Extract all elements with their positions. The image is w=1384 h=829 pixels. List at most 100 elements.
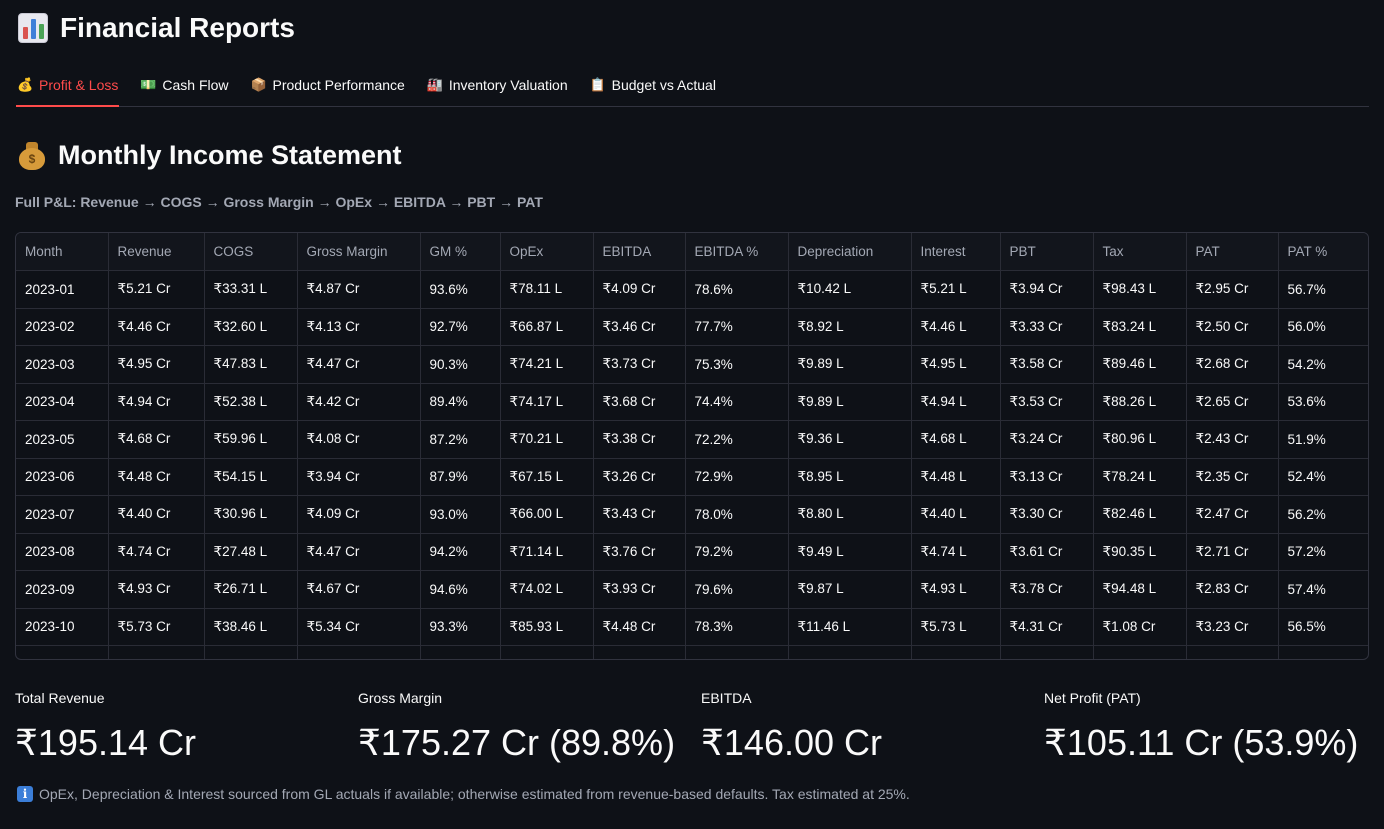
table-cell: 94.2% xyxy=(420,533,501,571)
table-cell: ₹88.26 L xyxy=(1093,383,1187,421)
table-cell xyxy=(788,645,912,659)
table-cell xyxy=(593,645,686,659)
tab-budget-vs-actual[interactable]: 📋 Budget vs Actual xyxy=(589,64,717,106)
table-row[interactable]: 2023-10 ₹5.73 Cr ₹38.46 L ₹5.34 Cr 93.3% ₹85.… xyxy=(16,608,1368,646)
table-cell: ₹3.13 Cr xyxy=(1000,458,1094,496)
table-cell: ₹98.43 L xyxy=(1093,270,1187,309)
table-row[interactable]: 2023-03 ₹4.95 Cr ₹47.83 L ₹4.47 Cr 90.3% ₹74.… xyxy=(16,345,1368,384)
metric-ebitda: EBITDA ₹146.00 Cr xyxy=(701,690,882,764)
table-cell: ₹3.30 Cr xyxy=(1000,495,1094,534)
column-header[interactable]: PBT xyxy=(1000,233,1094,271)
column-header[interactable]: PAT % xyxy=(1278,233,1368,271)
tab-label: Budget vs Actual xyxy=(611,77,716,93)
column-header[interactable]: Interest xyxy=(911,233,1001,271)
table-cell: ₹85.93 L xyxy=(500,608,594,646)
column-header[interactable]: OpEx xyxy=(500,233,594,271)
metric-label: EBITDA xyxy=(701,690,752,706)
column-header[interactable]: EBITDA % xyxy=(685,233,789,271)
table-cell: 56.0% xyxy=(1278,308,1368,346)
table-cell: ₹32.60 L xyxy=(204,308,298,346)
table-cell: 56.5% xyxy=(1278,608,1368,646)
table-row[interactable]: 2023-08 ₹4.74 Cr ₹27.48 L ₹4.47 Cr 94.2% ₹71.… xyxy=(16,533,1368,571)
column-header[interactable]: EBITDA xyxy=(593,233,686,271)
metric-label: Net Profit (PAT) xyxy=(1044,690,1141,706)
tab-label: Cash Flow xyxy=(162,77,229,93)
table-cell: 93.0% xyxy=(420,495,501,534)
table-cell: 2023-01 xyxy=(16,270,109,309)
table-cell: ₹4.93 L xyxy=(911,570,1001,609)
table-row[interactable]: 2023-01 ₹5.21 Cr ₹33.31 L ₹4.87 Cr 93.6% ₹78.… xyxy=(16,270,1368,309)
table-cell: ₹3.76 Cr xyxy=(593,533,686,571)
table-cell: ₹4.95 L xyxy=(911,345,1001,384)
column-header[interactable]: COGS xyxy=(204,233,298,271)
table-cell: ₹1.08 Cr xyxy=(1093,608,1187,646)
metric-value: ₹195.14 Cr xyxy=(15,722,197,763)
tab-product-performance[interactable]: 📦 Product Performance xyxy=(250,64,406,106)
tab-profit-loss[interactable]: 💰 Profit & Loss xyxy=(16,64,120,107)
table-cell xyxy=(16,645,109,659)
column-header[interactable]: Depreciation xyxy=(788,233,912,271)
column-header[interactable]: Gross Margin xyxy=(297,233,421,271)
metric-net-profit: Net Profit (PAT) ₹105.11 Cr (53.9%) xyxy=(1044,690,1358,764)
table-cell: ₹70.21 L xyxy=(500,420,594,459)
table-row[interactable]: 2023-06 ₹4.48 Cr ₹54.15 L ₹3.94 Cr 87.9% ₹67.… xyxy=(16,458,1368,496)
table-cell: 87.9% xyxy=(420,458,501,496)
table-cell: 78.6% xyxy=(685,270,789,309)
table-cell: ₹4.09 Cr xyxy=(593,270,686,309)
table-row[interactable]: 2023-02 ₹4.46 Cr ₹32.60 L ₹4.13 Cr 92.7% ₹66.… xyxy=(16,308,1368,346)
table-cell: 87.2% xyxy=(420,420,501,459)
table-cell: ₹27.48 L xyxy=(204,533,298,571)
table-cell: 90.3% xyxy=(420,345,501,384)
table-row[interactable] xyxy=(16,645,1368,659)
table-cell: ₹3.23 Cr xyxy=(1186,608,1279,646)
table-cell: ₹4.46 Cr xyxy=(108,308,205,346)
table-row[interactable]: 2023-04 ₹4.94 Cr ₹52.38 L ₹4.42 Cr 89.4% ₹74.… xyxy=(16,383,1368,421)
table-cell: ₹38.46 L xyxy=(204,608,298,646)
table-cell: ₹3.68 Cr xyxy=(593,383,686,421)
footnote: i OpEx, Depreciation & Interest sourced … xyxy=(17,786,910,802)
page-title: Financial Reports xyxy=(60,12,295,43)
table-cell: 56.7% xyxy=(1278,270,1368,309)
table-cell: ₹2.47 Cr xyxy=(1186,495,1279,534)
table-cell: ₹4.67 Cr xyxy=(297,570,421,609)
tab-cash-flow[interactable]: 💵 Cash Flow xyxy=(139,64,229,106)
table-cell: 2023-04 xyxy=(16,383,109,421)
table-cell: ₹74.02 L xyxy=(500,570,594,609)
column-header[interactable]: PAT xyxy=(1186,233,1279,271)
table-cell xyxy=(1278,645,1368,659)
table-cell: ₹3.58 Cr xyxy=(1000,345,1094,384)
table-cell: ₹2.50 Cr xyxy=(1186,308,1279,346)
bar-chart-icon xyxy=(18,13,48,43)
table-cell: ₹9.87 L xyxy=(788,570,912,609)
table-cell: ₹30.96 L xyxy=(204,495,298,534)
table-cell: ₹4.31 Cr xyxy=(1000,608,1094,646)
table-cell: ₹83.24 L xyxy=(1093,308,1187,346)
section-header: $ Monthly Income Statement xyxy=(18,136,402,174)
table-row[interactable]: 2023-09 ₹4.93 Cr ₹26.71 L ₹4.67 Cr 94.6% ₹74.… xyxy=(16,570,1368,609)
table-cell: ₹4.40 Cr xyxy=(108,495,205,534)
tab-label: Product Performance xyxy=(272,77,405,93)
table-cell: ₹9.36 L xyxy=(788,420,912,459)
table-cell: ₹3.33 Cr xyxy=(1000,308,1094,346)
table-cell: 2023-03 xyxy=(16,345,109,384)
metric-label: Gross Margin xyxy=(358,690,443,706)
column-header[interactable]: Tax xyxy=(1093,233,1187,271)
table-cell: ₹4.08 Cr xyxy=(297,420,421,459)
table-row[interactable]: 2023-05 ₹4.68 Cr ₹59.96 L ₹4.08 Cr 87.2% ₹70.… xyxy=(16,420,1368,459)
table-row[interactable]: 2023-07 ₹4.40 Cr ₹30.96 L ₹4.09 Cr 93.0% ₹66.… xyxy=(16,495,1368,534)
table-cell: 2023-07 xyxy=(16,495,109,534)
table-cell xyxy=(1186,645,1279,659)
table-cell: ₹8.95 L xyxy=(788,458,912,496)
tab-inventory-valuation[interactable]: 🏭 Inventory Valuation xyxy=(426,64,569,106)
info-icon: i xyxy=(17,786,33,802)
table-cell xyxy=(685,645,789,659)
table-cell: ₹4.13 Cr xyxy=(297,308,421,346)
column-header[interactable]: Revenue xyxy=(108,233,205,271)
table-body: 2023-01 ₹5.21 Cr ₹33.31 L ₹4.87 Cr 93.6% ₹78.… xyxy=(16,270,1368,659)
table-cell: ₹3.94 Cr xyxy=(297,458,421,496)
column-header[interactable]: GM % xyxy=(420,233,501,271)
table-cell: ₹2.68 Cr xyxy=(1186,345,1279,384)
income-statement-table[interactable]: Month Revenue COGS Gross Margin GM % OpEx EBIT… xyxy=(15,232,1369,660)
table-cell: ₹11.46 L xyxy=(788,608,912,646)
column-header[interactable]: Month xyxy=(16,233,109,271)
